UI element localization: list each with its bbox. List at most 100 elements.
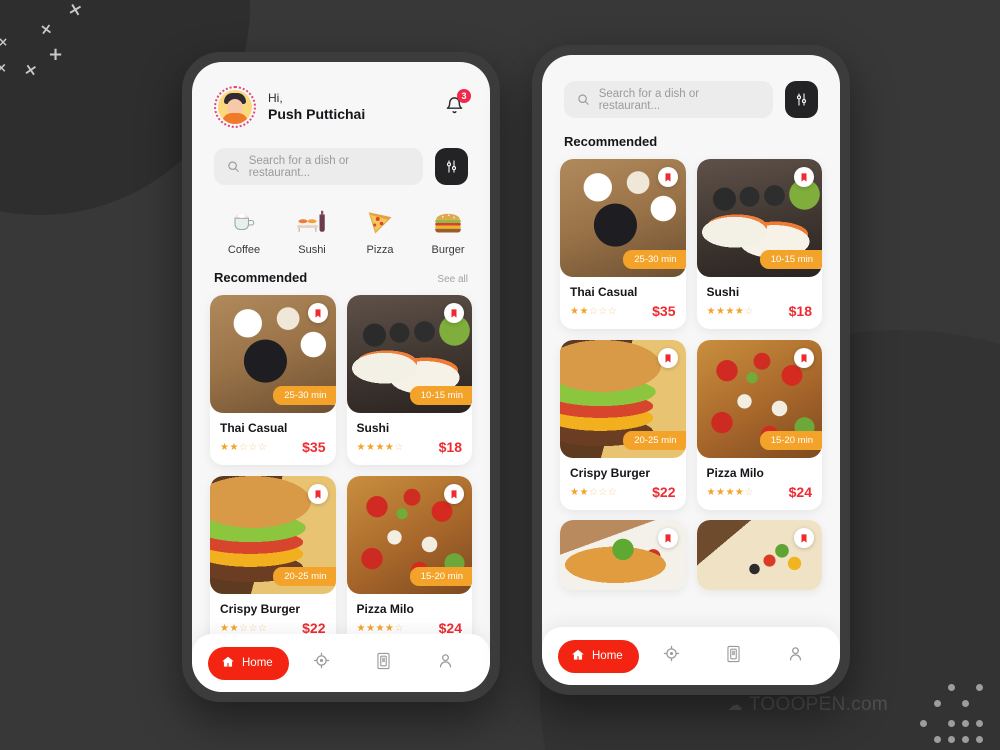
user-name: Push Puttichai [268, 105, 366, 122]
food-image: 25-30 min [210, 295, 336, 413]
filter-button[interactable] [435, 148, 468, 185]
greeting-block: Hi, Push Puttichai [268, 91, 365, 122]
food-card[interactable] [696, 520, 822, 590]
nav-item-menu-receipt[interactable] [704, 645, 762, 668]
location-target-icon [663, 645, 680, 667]
category-item-pizza[interactable]: Pizza [346, 201, 414, 256]
food-price: $24 [788, 484, 812, 500]
food-card[interactable]: 20-25 min Crispy Burger ★★☆☆☆ $22 [560, 340, 686, 510]
nav-item-home[interactable]: Home [558, 639, 639, 673]
phone2-search-row: Search for a dish or restaurant... [542, 55, 840, 118]
bookmark-button[interactable] [794, 348, 814, 368]
phone2-section-header: Recommended [542, 118, 840, 149]
food-card[interactable]: 10-15 min Sushi ★★★★☆ $18 [346, 295, 472, 465]
food-card-body: Crispy Burger ★★☆☆☆ $22 [560, 458, 686, 510]
bookmark-button[interactable] [794, 167, 814, 187]
menu-receipt-icon [375, 652, 392, 675]
phone1-category-list[interactable]: Coffee Sushi Pizza Burger Pop [192, 185, 490, 256]
see-all-link[interactable]: See all [437, 274, 468, 285]
decor-plus-icon: + [48, 44, 64, 65]
food-image: 15-20 min [696, 340, 822, 458]
phone-mockup-1: Hi, Push Puttichai 3 Search for a dish o… [182, 52, 500, 702]
phone1-search-row: Search for a dish or restaurant... [192, 128, 490, 185]
food-card[interactable] [560, 520, 686, 590]
bookmark-button[interactable] [307, 484, 328, 504]
search-input[interactable]: Search for a dish or restaurant... [214, 148, 423, 185]
category-item-sushi[interactable]: Sushi [278, 201, 346, 256]
watermark-text: TOOOPEN.com [748, 694, 888, 715]
bookmark-icon [801, 172, 807, 182]
food-card-body: Pizza Milo ★★★★☆ $24 [697, 458, 823, 510]
nav-item-profile-person[interactable] [766, 645, 824, 667]
food-price: $18 [788, 303, 812, 319]
avatar[interactable] [214, 86, 256, 128]
food-card-body: Thai Casual ★★☆☆☆ $35 [210, 413, 336, 465]
phone2-card-grid-partial [542, 510, 840, 590]
category-item-burger[interactable]: Burger [414, 201, 482, 256]
delivery-time-badge: 10-15 min [409, 386, 472, 405]
nav-item-menu-receipt[interactable] [354, 652, 412, 675]
food-card[interactable]: 10-15 min Sushi ★★★★☆ $18 [696, 159, 823, 329]
bookmark-icon [451, 308, 457, 318]
nav-item-profile-person[interactable] [416, 652, 474, 674]
nav-home-label: Home [242, 657, 273, 669]
bookmark-button[interactable] [657, 528, 678, 548]
profile-person-icon [787, 645, 804, 667]
phone2-bottom-nav[interactable]: Home [542, 627, 840, 685]
rating-stars: ★★★★☆ [356, 622, 404, 634]
bookmark-button[interactable] [794, 528, 814, 548]
home-icon [221, 655, 235, 672]
bookmark-button[interactable] [657, 167, 678, 187]
food-card[interactable]: 15-20 min Pizza Milo ★★★★☆ $24 [346, 476, 472, 646]
rating-stars: ★★☆☆☆ [220, 622, 268, 634]
rating-stars: ★★★★☆ [356, 441, 404, 453]
search-icon [578, 94, 589, 105]
food-image [560, 520, 686, 590]
food-card[interactable]: 15-20 min Pizza Milo ★★★★☆ $24 [696, 340, 823, 510]
bookmark-button[interactable] [307, 303, 328, 323]
bookmark-icon [665, 533, 670, 543]
phone1-screen: Hi, Push Puttichai 3 Search for a dish o… [192, 62, 490, 692]
nav-item-location-target[interactable] [293, 652, 351, 674]
phone1-section-header: Recommended See all [192, 256, 490, 285]
category-label: Burger [431, 244, 465, 256]
bookmark-icon [801, 353, 807, 363]
food-card[interactable]: 25-30 min Thai Casual ★★☆☆☆ $35 [560, 159, 686, 329]
notification-bell-button[interactable]: 3 [441, 88, 471, 124]
food-card-meta: ★★★★☆ $24 [707, 484, 813, 500]
bookmark-button[interactable] [444, 303, 464, 323]
food-card[interactable]: 20-25 min Crispy Burger ★★☆☆☆ $22 [210, 476, 336, 646]
burger-icon [414, 201, 482, 237]
decor-dot-grid [920, 684, 992, 744]
food-card-meta: ★★★★☆ $18 [707, 303, 813, 319]
bookmark-icon [315, 308, 320, 318]
sushi-plate-icon [278, 201, 346, 237]
pizza-slice-icon [346, 201, 414, 237]
food-image: 20-25 min [560, 340, 686, 458]
filter-button[interactable] [785, 81, 818, 118]
decor-x-icon: × [0, 61, 7, 76]
bookmark-button[interactable] [657, 348, 678, 368]
nav-item-location-target[interactable] [643, 645, 701, 667]
rating-stars: ★★★★☆ [706, 305, 754, 317]
watermark: ☁ TOOOPEN.com [728, 694, 888, 716]
menu-receipt-icon [725, 645, 742, 668]
category-item-coffee[interactable]: Coffee [210, 201, 278, 256]
nav-item-home[interactable]: Home [208, 646, 289, 680]
greeting-hi: Hi, [268, 91, 283, 106]
bookmark-icon [665, 172, 670, 182]
category-label: Coffee [227, 244, 261, 256]
food-name: Thai Casual [570, 285, 638, 299]
phone1-bottom-nav[interactable]: Home [192, 634, 490, 692]
category-item-pop[interactable]: Pop [482, 201, 490, 256]
rating-stars: ★★☆☆☆ [570, 305, 618, 317]
search-input[interactable]: Search for a dish or restaurant... [564, 81, 773, 118]
phone1-header: Hi, Push Puttichai 3 [192, 62, 490, 128]
food-card-body: Sushi ★★★★☆ $18 [697, 277, 823, 329]
food-price: $35 [652, 303, 676, 319]
phone1-card-grid: 25-30 min Thai Casual ★★☆☆☆ $35 10-15 min Sus… [192, 285, 490, 646]
category-label: Pizza [366, 244, 394, 256]
food-card[interactable]: 25-30 min Thai Casual ★★☆☆☆ $35 [210, 295, 336, 465]
food-name: Pizza Milo [706, 466, 764, 480]
bookmark-button[interactable] [444, 484, 464, 504]
